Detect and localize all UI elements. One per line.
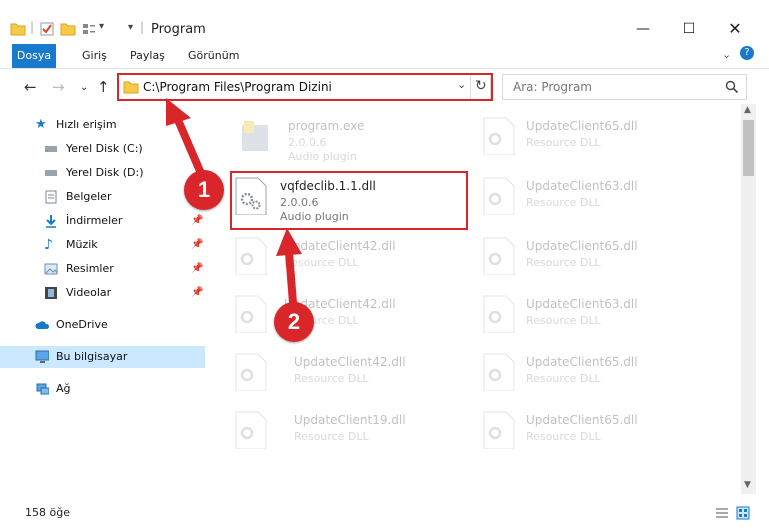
step-badge-1: 1 bbox=[184, 170, 224, 210]
scrollbar-thumb[interactable] bbox=[743, 120, 754, 176]
item-count: 158 öğe bbox=[25, 506, 70, 519]
step-badge-2: 2 bbox=[274, 302, 314, 342]
large-icons-view-icon[interactable] bbox=[736, 506, 750, 520]
status-bar: 158 öğe bbox=[0, 498, 769, 532]
annotation-arrows bbox=[166, 98, 302, 307]
scroll-up-icon[interactable]: ▲ bbox=[744, 105, 751, 115]
vertical-scrollbar[interactable]: ▲ ▼ bbox=[741, 104, 756, 494]
details-view-icon[interactable] bbox=[715, 507, 729, 519]
scroll-down-icon[interactable]: ▼ bbox=[744, 480, 751, 490]
